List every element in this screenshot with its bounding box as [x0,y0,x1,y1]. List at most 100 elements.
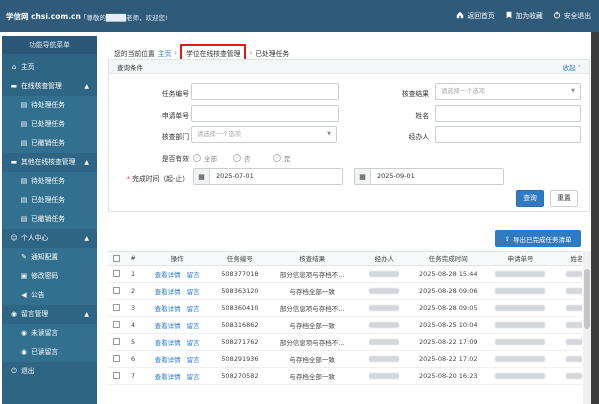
message-link[interactable]: 留言 [187,271,200,279]
collapse-button[interactable]: 收起 ˄ [563,62,581,72]
col-applicant-no: 申请单号 [484,252,557,266]
row-checkbox[interactable] [108,299,125,317]
breadcrumb-home[interactable]: 主页 [158,48,172,58]
sidebar-item[interactable]: ▤ 待处理任务 [2,96,97,115]
row-checkbox[interactable] [108,282,125,300]
chevron-up-icon: ˄ [577,63,581,72]
name-label: 姓名 [415,112,429,120]
view-details-link[interactable]: 查看详情 [155,305,181,313]
message-link[interactable]: 留言 [187,305,200,313]
sidebar-item-label: 已处理任务 [31,196,65,204]
view-details-link[interactable]: 查看详情 [155,288,181,296]
home-link-label: 返回首页 [467,12,495,20]
result-select[interactable]: 请选择一个选项 ▼ [435,83,581,100]
sidebar-item[interactable]: ▤ 已撤销任务 [2,210,97,229]
sidebar-item-label: 待处理任务 [31,177,65,185]
sidebar-item[interactable]: ▬ 其他在线核查管理 ▲ [2,153,97,172]
sidebar-item[interactable]: ▬ 在线核查管理 ▲ [2,77,97,96]
welcome-text: 「尊敬的████老师，欢迎您! [80,14,168,22]
comment-icon: ◉ [21,348,27,356]
start-date-input[interactable]: ▦ 2025-07-01 [193,168,343,185]
name-input[interactable] [435,105,581,122]
radio-yes[interactable]: 是 [273,153,291,163]
applicant-no-input[interactable] [191,105,339,122]
view-details-link[interactable]: 查看详情 [155,356,181,364]
sidebar-item[interactable]: ▣ 修改密码 [2,267,97,286]
result-cell: 部分信息项与存档不... [267,333,358,351]
table-scrollbar[interactable] [583,251,591,404]
reset-button[interactable]: 重置 [550,190,578,207]
bookmark-link[interactable]: 加为收藏 [505,10,543,20]
sidebar-item[interactable]: ⏻ 退出 [2,362,97,381]
handler-input[interactable] [435,126,581,143]
applicant-no-cell [484,265,557,283]
bookmark-icon [506,11,512,19]
radio-no[interactable]: 否 [233,153,251,163]
task-no-cell: 508363120 [212,282,268,300]
sidebar-item[interactable]: ✎ 通知配置 [2,248,97,267]
sidebar-item-label: 留言管理 [21,310,49,318]
name-cell [556,265,582,283]
row-checkbox[interactable] [108,316,125,334]
home-link[interactable]: 返回首页 [456,10,495,20]
table-row: 1 查看详情 留言 508377018 部分信息项与存档不... 2025-08-28 1… [108,265,582,283]
sidebar-item[interactable]: ◉ 留言管理 ▲ [2,305,97,324]
sidebar-item-label: 个人中心 [21,234,49,242]
sidebar-item-label: 未读留言 [31,329,59,337]
sidebar-item[interactable]: ▤ 已处理任务 [2,191,97,210]
message-link[interactable]: 留言 [187,339,200,347]
logout-link[interactable]: 安全退出 [553,10,591,20]
message-link[interactable]: 留言 [187,356,200,364]
result-cell: 部分信息项与存档不... [267,299,358,317]
logout-link-label: 安全退出 [563,12,591,20]
dept-select[interactable]: 请选择一个选项 ▼ [191,126,337,143]
view-details-link[interactable]: 查看详情 [155,271,181,279]
row-checkbox[interactable] [108,350,125,368]
search-panel: 查询条件 收起 ˄ 任务编号 核查结果 请选择一个选项 ▼ 申请单号 姓名 核查部… [108,59,590,212]
task-no-cell: 508316862 [212,316,268,334]
task-no-input[interactable] [191,83,339,100]
row-checkbox[interactable] [108,333,125,351]
finish-time-cell: 2025-08-28 09:06 [411,282,485,300]
view-details-link[interactable]: 查看详情 [155,339,181,347]
document-icon: ▤ [20,139,28,147]
sidebar-item[interactable]: ☺ 个人中心 ▲ [2,229,97,248]
sidebar-item[interactable]: ⌂ 主页 [2,58,97,77]
view-details-link[interactable]: 查看详情 [155,373,181,381]
view-details-link[interactable]: 查看详情 [155,322,181,330]
chevron-up-icon: ▲ [84,159,89,166]
chevron-up-icon: ▲ [84,311,89,318]
end-date-input[interactable]: ▦ 2025-09-01 [354,168,504,185]
name-cell [556,282,582,300]
folder-icon: ▬ [10,82,18,90]
home-icon: ⌂ [11,63,17,71]
table-row: 4 查看详情 留言 508316862 与存档全部一致 2025-08-25 10:04 [108,316,582,334]
power-icon [553,11,560,19]
sidebar-item[interactable]: ▤ 已处理任务 [2,115,97,134]
sidebar-item[interactable]: ◉ 未读留言 [2,324,97,343]
message-link[interactable]: 留言 [187,288,200,296]
sidebar-item[interactable]: ◉ 已读留言 [2,343,97,362]
handler-cell [357,367,412,385]
time-label: * 完成时间（起-止） [126,175,189,183]
row-checkbox[interactable] [108,367,125,385]
breadcrumb-last: 已处理任务 [255,50,290,58]
row-index: 2 [124,282,142,300]
sidebar-item[interactable]: ◀ 公告 [2,286,97,305]
finish-time-cell: 2025-08-20 16:23 [411,367,485,385]
result-label: 核查结果 [401,90,429,98]
document-icon: ▤ [20,120,28,128]
radio-all[interactable]: 全部 [193,153,217,163]
row-checkbox[interactable] [108,265,125,283]
valid-label: 是否有效 [161,155,189,163]
sidebar-item[interactable]: ▤ 已撤销任务 [2,134,97,153]
message-link[interactable]: 留言 [187,373,200,381]
query-button[interactable]: 查询 [516,190,544,207]
select-all-checkbox[interactable] [108,252,125,266]
user-icon: ☺ [10,234,18,242]
name-cell [556,299,582,317]
export-button[interactable]: ⇪ 导出已完成任务清单 [495,230,581,247]
message-link[interactable]: 留言 [187,322,200,330]
col-result: 核查结果 [267,252,358,266]
sidebar-item[interactable]: ▤ 待处理任务 [2,172,97,191]
